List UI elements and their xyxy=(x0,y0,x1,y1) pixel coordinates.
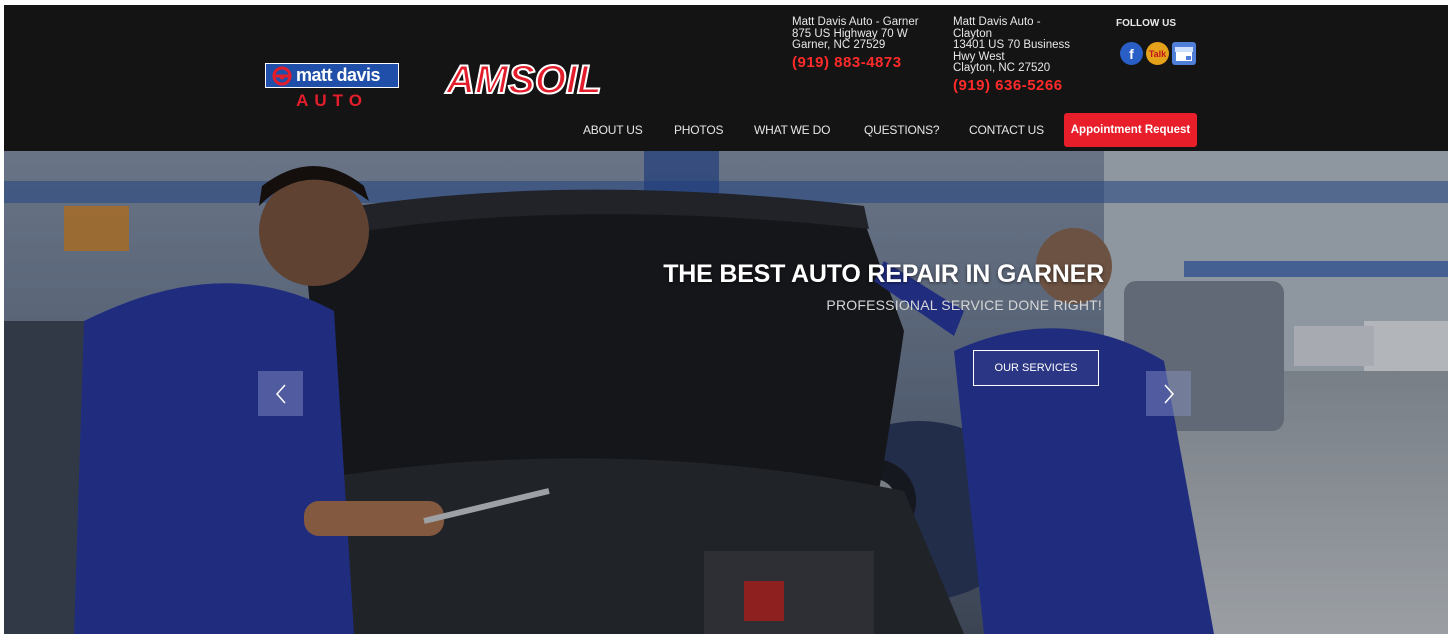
our-services-button[interactable]: OUR SERVICES xyxy=(973,350,1099,386)
chevron-left-icon xyxy=(275,384,286,403)
logo-name: matt davis xyxy=(296,65,381,85)
slider-prev-button[interactable] xyxy=(258,371,303,416)
hero-title: THE BEST AUTO REPAIR IN GARNER xyxy=(663,260,1104,288)
logo-banner: matt davis xyxy=(265,63,399,88)
nav-photos[interactable]: PHOTOS xyxy=(674,123,723,137)
location-garner: Matt Davis Auto - Garner 875 US Highway … xyxy=(792,16,919,71)
hero-slider: THE BEST AUTO REPAIR IN GARNER PROFESSIO… xyxy=(4,151,1448,634)
nav-questions[interactable]: QUESTIONS? xyxy=(864,123,940,137)
steering-wheel-icon xyxy=(272,66,292,85)
logo-auto: AUTO xyxy=(296,91,368,110)
location-clayton: Matt Davis Auto - Clayton 13401 US 70 Bu… xyxy=(953,16,1070,94)
clayton-phone-link[interactable]: (919) 636-5266 xyxy=(953,77,1070,94)
facebook-icon[interactable]: f xyxy=(1120,42,1143,65)
yelp-icon[interactable]: Talk xyxy=(1146,42,1169,65)
slider-next-button[interactable] xyxy=(1146,371,1191,416)
nav-contact-us[interactable]: CONTACT US xyxy=(969,123,1044,137)
amsoil-logo-text: AMSOIL xyxy=(445,58,602,102)
follow-us-label: FOLLOW US xyxy=(1116,18,1176,29)
matt-davis-logo[interactable]: matt davis AUTO xyxy=(265,63,401,113)
appointment-request-button[interactable]: Appointment Request xyxy=(1064,113,1197,147)
garner-phone-link[interactable]: (919) 883-4873 xyxy=(792,54,919,71)
google-business-icon[interactable] xyxy=(1172,42,1196,65)
hero-subtitle: PROFESSIONAL SERVICE DONE RIGHT! xyxy=(826,297,1102,313)
social-links: f Talk xyxy=(1120,42,1196,65)
store-icon xyxy=(1175,46,1193,61)
hero-background-image xyxy=(4,151,1448,634)
chevron-right-icon xyxy=(1163,384,1174,403)
garner-line: Garner, NC 27529 xyxy=(792,39,886,51)
nav-about-us[interactable]: ABOUT US xyxy=(583,123,643,137)
clayton-line: Clayton, NC 27520 xyxy=(953,62,1051,74)
garner-line: Matt Davis Auto - Garner xyxy=(792,16,919,28)
amsoil-logo[interactable]: AMSOIL xyxy=(442,55,632,103)
main-nav: ABOUT US PHOTOS WHAT WE DO QUESTIONS? CO… xyxy=(4,113,1448,155)
page: matt davis AUTO AMSOIL Matt Davis Auto -… xyxy=(0,0,1452,634)
site-header: matt davis AUTO AMSOIL Matt Davis Auto -… xyxy=(4,5,1448,155)
clayton-line: Matt Davis Auto - xyxy=(953,16,1041,28)
nav-what-we-do[interactable]: WHAT WE DO xyxy=(754,123,830,137)
clayton-line: 13401 US 70 Business xyxy=(953,39,1070,51)
